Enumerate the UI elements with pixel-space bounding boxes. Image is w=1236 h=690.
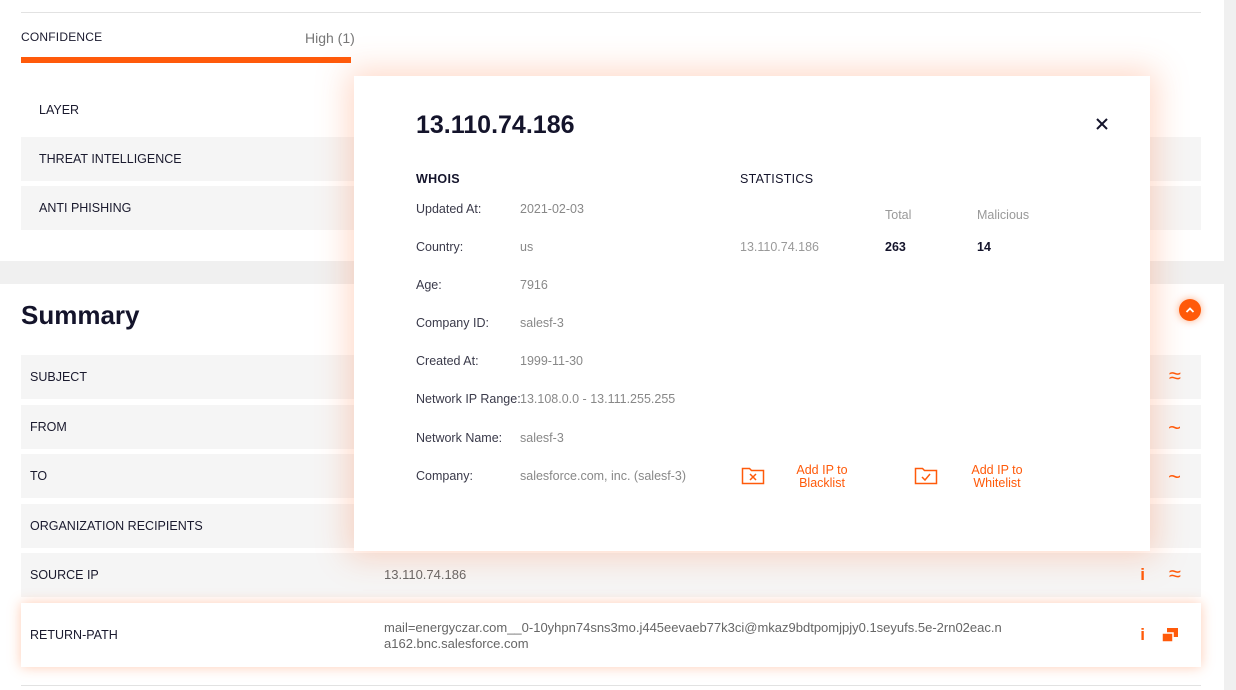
whois-value: salesforce.com, inc. (salesf-3) bbox=[520, 469, 687, 483]
summary-row-source-ip[interactable]: SOURCE IP 13.110.74.186 i ≈ bbox=[21, 553, 1201, 597]
summary-title: Summary bbox=[21, 300, 140, 330]
whois-label: Created At: bbox=[416, 354, 479, 368]
whois-label: Network IP Range: bbox=[416, 392, 521, 406]
chevron-up-icon bbox=[1185, 307, 1195, 313]
whois-value: 1999-11-30 bbox=[520, 354, 584, 368]
divider bbox=[21, 685, 1201, 686]
layer-row-label: THREAT INTELLIGENCE bbox=[39, 152, 182, 166]
whois-label: Company ID: bbox=[416, 316, 489, 330]
blacklist-folder-icon[interactable] bbox=[741, 465, 765, 485]
copy-icon[interactable] bbox=[1161, 627, 1179, 643]
stats-col-total: Total bbox=[885, 208, 912, 222]
layer-row-label: ANTI PHISHING bbox=[39, 201, 132, 215]
whois-value: salesf-3 bbox=[520, 431, 564, 445]
confidence-value: High (1) bbox=[305, 30, 355, 46]
whois-label: Network Name: bbox=[416, 431, 503, 445]
whois-label: Age: bbox=[416, 278, 442, 292]
statistics-heading: STATISTICS bbox=[740, 172, 814, 186]
whitelist-folder-icon[interactable] bbox=[914, 465, 938, 485]
summary-row-label: FROM bbox=[30, 420, 67, 434]
whois-label: Company: bbox=[416, 469, 473, 483]
add-to-blacklist-button[interactable]: Add IP to Blacklist bbox=[782, 464, 862, 490]
summary-row-label: SOURCE IP bbox=[30, 568, 99, 582]
collapse-summary-button[interactable] bbox=[1179, 299, 1201, 321]
add-to-whitelist-button[interactable]: Add IP to Whitelist bbox=[957, 464, 1037, 490]
whois-value: 2021-02-03 bbox=[520, 202, 584, 216]
tilde-icon[interactable]: ~ bbox=[1168, 466, 1181, 488]
layer-row-label: LAYER bbox=[39, 103, 80, 117]
info-icon[interactable]: i bbox=[1140, 565, 1145, 585]
modal-title: 13.110.74.186 bbox=[416, 111, 575, 139]
close-button[interactable] bbox=[1096, 114, 1108, 134]
whois-heading: WHOIS bbox=[416, 172, 460, 186]
confidence-label: CONFIDENCE bbox=[21, 30, 103, 44]
summary-row-return-path[interactable]: RETURN-PATH mail=energyczar.com__0-10yhp… bbox=[21, 603, 1201, 667]
return-path-value: mail=energyczar.com__0-10yhpn74sns3mo.j4… bbox=[384, 620, 1002, 651]
whois-value: salesf-3 bbox=[520, 316, 564, 330]
approx-icon[interactable]: ≈ bbox=[1169, 365, 1181, 387]
whois-label: Updated At: bbox=[416, 202, 482, 216]
whois-value: us bbox=[520, 240, 534, 254]
summary-row-label: SUBJECT bbox=[30, 370, 87, 384]
tilde-icon[interactable]: ~ bbox=[1168, 417, 1181, 439]
whois-label: Country: bbox=[416, 240, 464, 254]
summary-row-label: TO bbox=[30, 469, 48, 483]
ip-details-modal: 13.110.74.186 WHOIS STATISTICS Updated A… bbox=[354, 76, 1150, 551]
info-icon[interactable]: i bbox=[1140, 625, 1145, 645]
stats-malicious-value: 14 bbox=[977, 240, 991, 254]
source-ip-value: 13.110.74.186 bbox=[384, 567, 467, 582]
approx-icon[interactable]: ≈ bbox=[1169, 563, 1181, 585]
stats-ip: 13.110.74.186 bbox=[740, 240, 820, 254]
whois-value: 13.108.0.0 - 13.111.255.255 bbox=[520, 392, 676, 406]
confidence-bar bbox=[21, 57, 351, 63]
stats-col-malicious: Malicious bbox=[977, 208, 1030, 222]
summary-row-label: RETURN-PATH bbox=[30, 628, 118, 642]
close-icon bbox=[1096, 118, 1108, 130]
whois-value: 7916 bbox=[520, 278, 548, 292]
divider bbox=[21, 12, 1201, 13]
stats-total-value: 263 bbox=[885, 240, 906, 254]
summary-row-label: ORGANIZATION RECIPIENTS bbox=[30, 519, 203, 533]
